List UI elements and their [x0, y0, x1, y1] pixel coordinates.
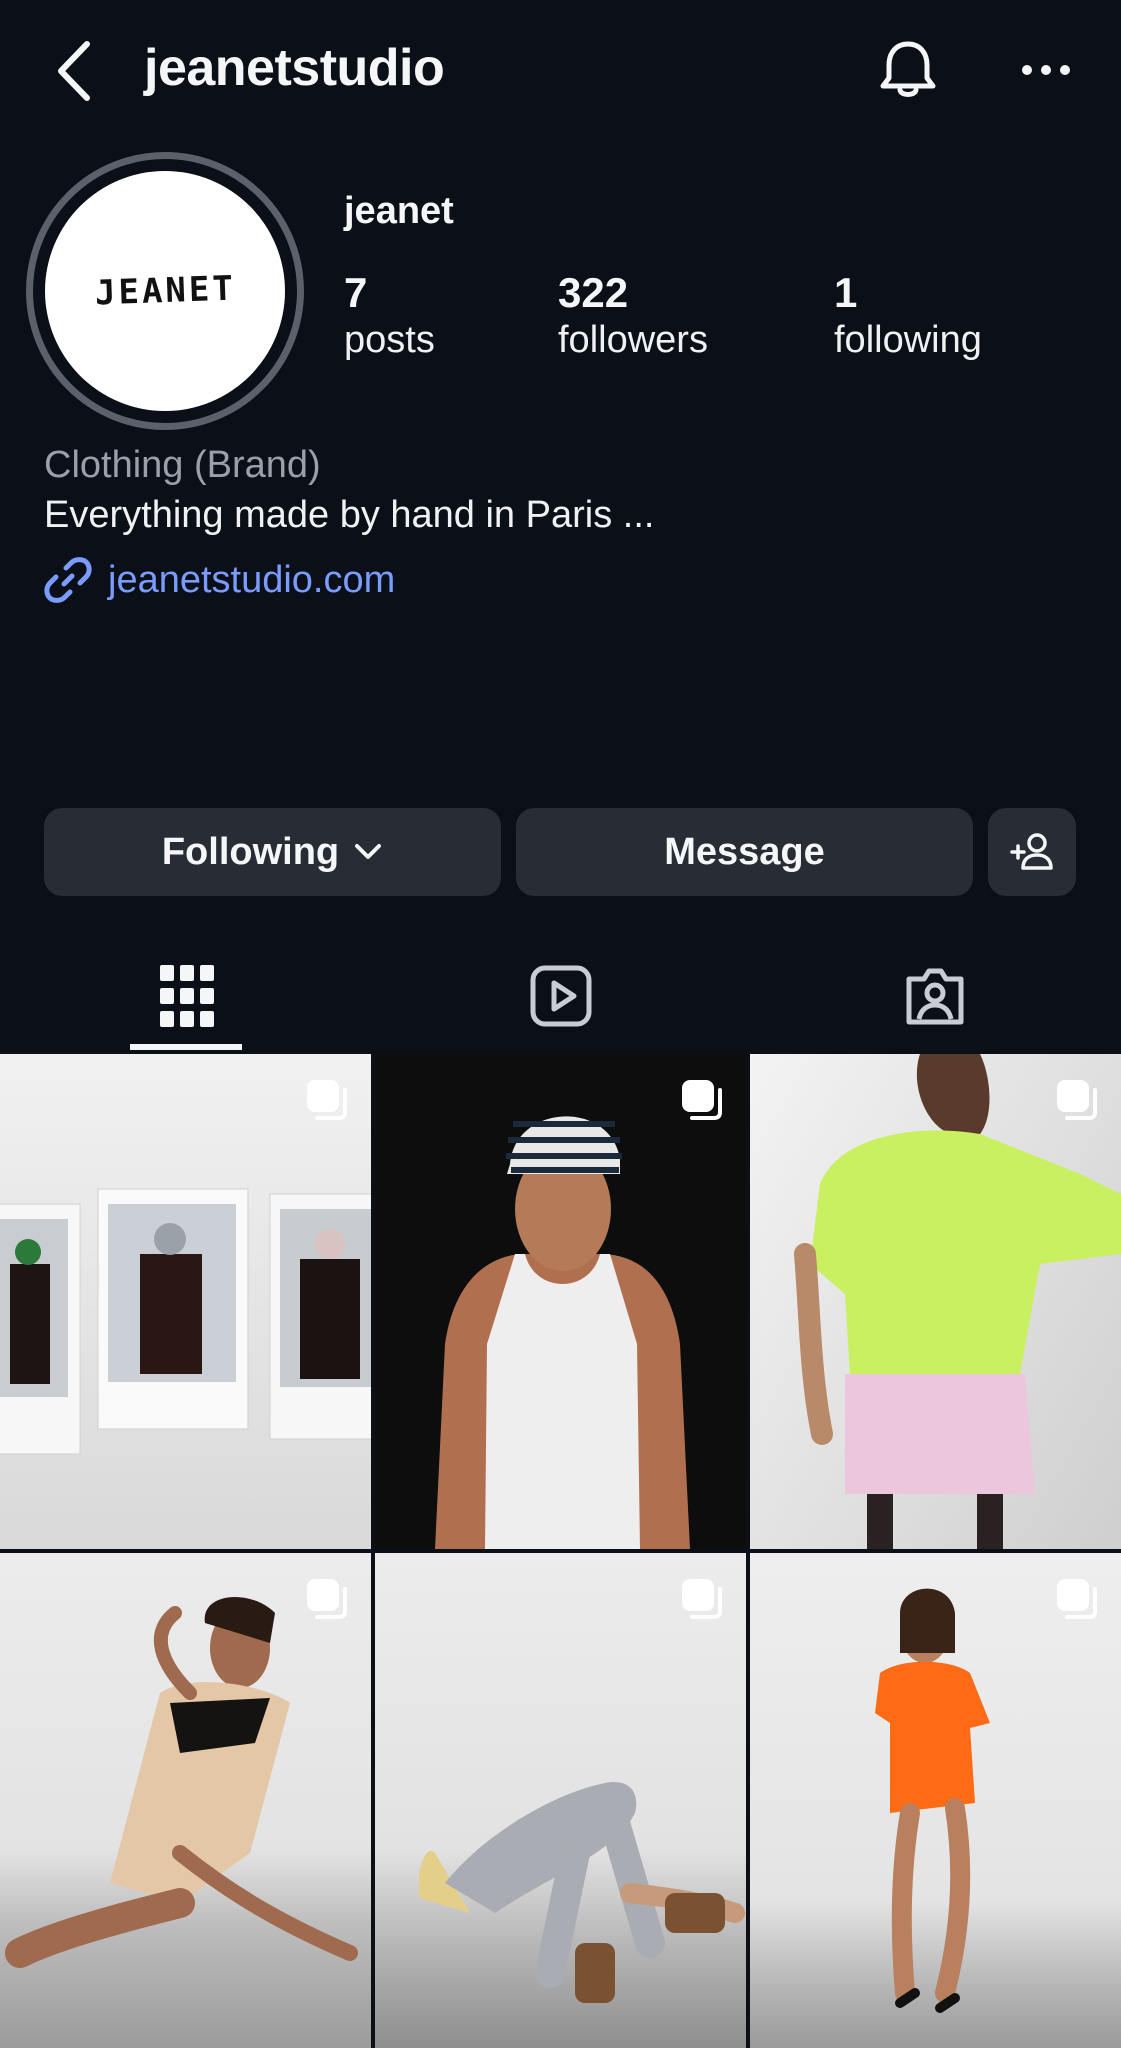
post-image: [5, 1596, 358, 1968]
carousel-icon: [307, 1579, 347, 1619]
chevron-left-icon: [58, 41, 90, 101]
stat-followers[interactable]: 322 followers: [558, 269, 708, 366]
carousel-icon: [1057, 1080, 1097, 1120]
post-thumbnail-5[interactable]: [375, 1553, 746, 2048]
followers-count: 322: [558, 269, 629, 316]
profile-bio[interactable]: Everything made by hand in Paris ...: [44, 494, 654, 537]
avatar[interactable]: JEANET: [26, 152, 304, 430]
add-user-button[interactable]: [988, 808, 1076, 896]
carousel-icon: [682, 1080, 722, 1120]
stat-following[interactable]: 1 following: [834, 269, 982, 366]
reels-icon: [530, 965, 592, 1027]
posts-count: 7: [344, 269, 368, 316]
posts-label: posts: [344, 319, 435, 362]
message-button-label: Message: [664, 830, 825, 873]
post-image: [794, 1054, 1121, 1549]
tab-selected-indicator: [130, 1044, 242, 1050]
post-image: [875, 1588, 990, 2013]
profile-name: jeanet: [344, 190, 454, 232]
link-icon: [44, 557, 92, 603]
notifications-button[interactable]: [872, 34, 944, 106]
profile-category: Clothing (Brand): [44, 444, 321, 486]
post-image: [0, 1188, 371, 1455]
carousel-icon: [682, 1579, 722, 1619]
grid-icon: [160, 965, 214, 1027]
carousel-icon: [307, 1080, 347, 1120]
message-button[interactable]: Message: [516, 808, 973, 896]
profile-link-text: jeanetstudio.com: [108, 558, 396, 601]
following-button-label: Following: [161, 830, 340, 873]
post-thumbnail-1[interactable]: [0, 1054, 371, 1549]
more-options-button[interactable]: [1010, 34, 1082, 106]
posts-grid: [0, 1054, 1121, 2048]
profile-page: jeanetstudio JEANET jeanet 7 posts 322 f…: [0, 0, 1121, 2048]
top-bar: jeanetstudio: [0, 0, 1121, 140]
post-image: [418, 1782, 745, 2003]
post-thumbnail-2[interactable]: [375, 1054, 746, 1549]
profile-tabs: [0, 940, 1121, 1052]
profile-link[interactable]: jeanetstudio.com: [44, 556, 395, 604]
chevron-down-icon: [355, 844, 382, 859]
tagged-icon: [906, 968, 964, 1025]
carousel-icon: [1057, 1579, 1097, 1619]
back-button[interactable]: [50, 36, 100, 106]
post-thumbnail-4[interactable]: [0, 1553, 371, 2048]
followers-label: followers: [558, 319, 708, 362]
avatar-logo-text: JEANET: [93, 268, 237, 314]
stat-posts[interactable]: 7 posts: [344, 269, 435, 366]
tab-posts-grid[interactable]: [0, 940, 374, 1052]
page-title: jeanetstudio: [144, 39, 445, 97]
more-horizontal-icon: [1022, 65, 1070, 75]
post-thumbnail-3[interactable]: [750, 1054, 1121, 1549]
following-count: 1: [834, 269, 858, 316]
bell-icon: [880, 41, 936, 97]
following-label: following: [834, 319, 982, 362]
avatar-image: JEANET: [45, 171, 285, 411]
post-thumbnail-6[interactable]: [750, 1553, 1121, 2048]
tab-reels[interactable]: [374, 940, 748, 1052]
following-button[interactable]: Following: [44, 808, 501, 896]
post-image: [435, 1116, 690, 1549]
tab-tagged[interactable]: [748, 940, 1121, 1052]
add-person-icon: [1010, 833, 1053, 870]
